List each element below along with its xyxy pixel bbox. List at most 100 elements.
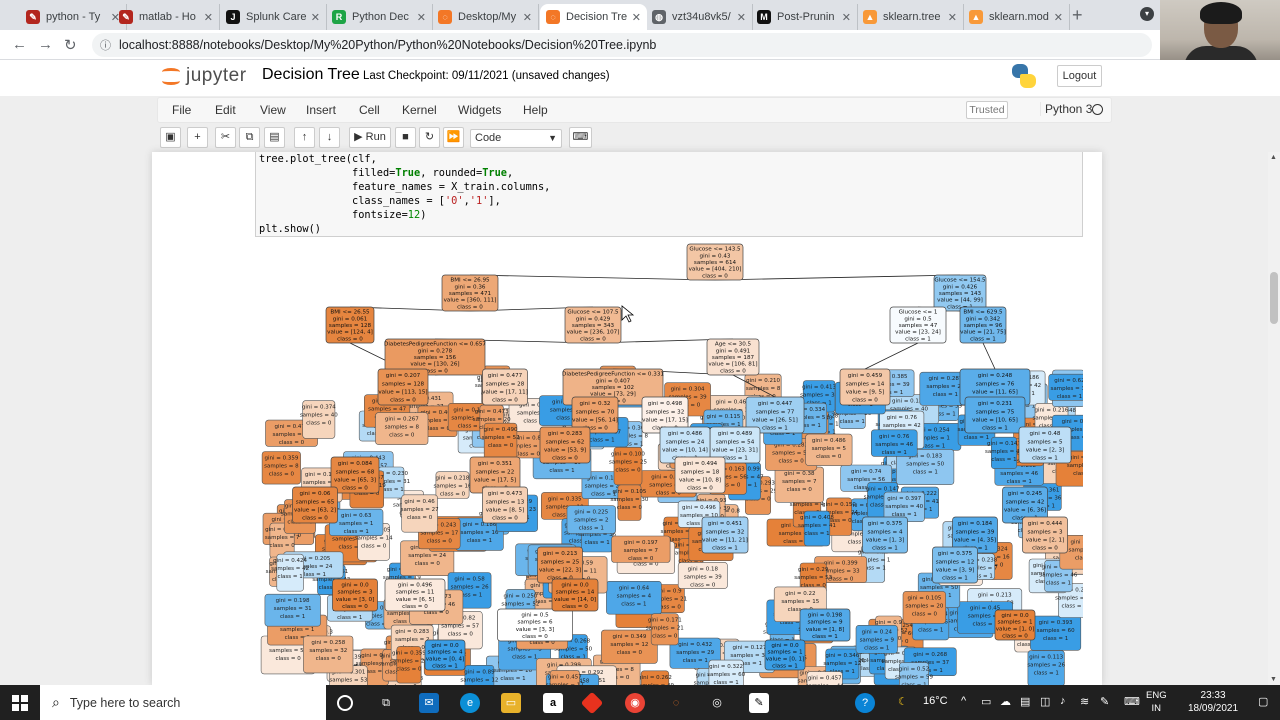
svg-text:gini = 0.29: gini = 0.29 bbox=[798, 567, 829, 573]
trusted-indicator[interactable]: Trusted bbox=[966, 101, 1008, 119]
tab-close-icon[interactable]: ✕ bbox=[737, 11, 746, 24]
system-clock[interactable]: 23:33 18/09/2021 bbox=[1188, 689, 1238, 715]
tab-close-icon[interactable]: ✕ bbox=[204, 11, 213, 24]
svg-text:gini = 0.457: gini = 0.457 bbox=[808, 676, 842, 682]
command-palette-icon[interactable]: ⌨ bbox=[569, 127, 592, 148]
tab-close-icon[interactable]: ✕ bbox=[523, 11, 532, 24]
stop-icon[interactable]: ■ bbox=[395, 127, 416, 148]
display-icon[interactable]: ▤ bbox=[1020, 695, 1030, 708]
weather-icon[interactable]: ☾ bbox=[898, 695, 908, 708]
reload-icon[interactable]: ↻ bbox=[64, 36, 77, 54]
pen-icon[interactable]: ✎ bbox=[1100, 695, 1109, 708]
chrome-icon[interactable]: ◉ bbox=[625, 693, 645, 713]
jupyter-header: jupyter Decision Tree Last Checkpoint: 0… bbox=[0, 60, 1280, 96]
tab-close-icon[interactable]: ✕ bbox=[1054, 11, 1063, 24]
move-down-icon[interactable]: ↓ bbox=[319, 127, 340, 148]
address-bar[interactable]: ⓘ localhost:8888/notebooks/Desktop/My%20… bbox=[92, 33, 1152, 57]
edge-icon[interactable]: e bbox=[460, 693, 480, 713]
jupyter-taskbar-icon[interactable]: ◌ bbox=[666, 693, 686, 713]
browser-tab[interactable]: ▲ sklearn.mod ✕ bbox=[963, 4, 1070, 30]
vertical-scrollbar[interactable]: ▲ ▼ bbox=[1268, 152, 1280, 685]
cell-type-select[interactable]: Code ▼ bbox=[470, 129, 562, 148]
browser-tab[interactable]: ▲ sklearn.tree ✕ bbox=[857, 4, 964, 30]
battery-icon[interactable]: ▭ bbox=[981, 695, 991, 708]
menu-file[interactable]: File bbox=[172, 103, 191, 117]
scroll-down-icon[interactable]: ▼ bbox=[1270, 676, 1277, 683]
tab-label: matlab - Ho bbox=[139, 11, 196, 23]
tree-node-text: samples = 3 bbox=[337, 590, 372, 596]
tab-close-icon[interactable]: ✕ bbox=[417, 11, 426, 24]
save-icon[interactable]: ▣ bbox=[160, 127, 181, 148]
site-info-icon[interactable]: ⓘ bbox=[100, 37, 111, 53]
notebook-title[interactable]: Decision Tree bbox=[262, 66, 360, 84]
keyboard-icon[interactable]: ⌨ bbox=[1124, 695, 1140, 708]
browser-tab[interactable]: ◌ Desktop/My ✕ bbox=[432, 4, 539, 30]
back-icon[interactable]: ← bbox=[12, 36, 27, 53]
browser-tab[interactable]: ◌ Decision Tre ✕ bbox=[540, 4, 647, 30]
help-icon[interactable]: ? bbox=[855, 693, 875, 713]
menu-view[interactable]: View bbox=[260, 103, 286, 117]
tree-node-text: class = 0 bbox=[342, 604, 368, 610]
volume-icon[interactable]: ♪ bbox=[1060, 695, 1066, 707]
tab-search-icon[interactable]: ▾ bbox=[1140, 7, 1154, 21]
cloud-icon[interactable]: ☁ bbox=[1000, 695, 1011, 708]
jupyter-logo[interactable]: jupyter bbox=[160, 65, 247, 87]
browser-tab[interactable]: ✎ matlab - Ho ✕ bbox=[113, 4, 220, 30]
move-up-icon[interactable]: ↑ bbox=[294, 127, 315, 148]
copy-icon[interactable]: ⧉ bbox=[239, 127, 260, 148]
cortana-icon[interactable] bbox=[337, 695, 353, 711]
taskbar-search-box[interactable]: ⌕ Type here to search bbox=[40, 685, 326, 720]
menu-help[interactable]: Help bbox=[523, 103, 548, 117]
svg-text:gini = 0.52: gini = 0.52 bbox=[899, 667, 929, 673]
obs-icon[interactable]: ◎ bbox=[707, 693, 727, 713]
browser-tab[interactable]: J Splunk Care ✕ bbox=[220, 4, 327, 30]
browser-tab[interactable]: ✎ python - Ty ✕ bbox=[20, 4, 127, 30]
windows-start-icon[interactable] bbox=[12, 695, 28, 711]
whiteboard-icon[interactable]: ✎ bbox=[749, 693, 769, 713]
menu-kernel[interactable]: Kernel bbox=[402, 103, 437, 117]
file-explorer-icon[interactable]: ▭ bbox=[501, 693, 521, 713]
browser-toolbar: ← → ↻ ⓘ localhost:8888/notebooks/Desktop… bbox=[0, 30, 1280, 60]
tab-close-icon[interactable]: ✕ bbox=[842, 11, 851, 24]
restart-run-all-icon[interactable]: ⏩ bbox=[443, 127, 464, 148]
logout-button[interactable]: Logout bbox=[1057, 65, 1102, 87]
svg-text:class = 0: class = 0 bbox=[269, 543, 295, 549]
browser-tab[interactable]: M Post-Prunin ✕ bbox=[751, 4, 858, 30]
run-button[interactable]: ▶ Run bbox=[349, 127, 391, 148]
menu-cell[interactable]: Cell bbox=[359, 103, 380, 117]
svg-text:samples = 1: samples = 1 bbox=[280, 627, 314, 633]
svg-text:gini = 0.113: gini = 0.113 bbox=[1029, 655, 1063, 661]
svg-text:samples = 24: samples = 24 bbox=[390, 658, 428, 664]
paste-icon[interactable]: ▤ bbox=[264, 127, 285, 148]
browser-tab[interactable]: ◍ vzt34u8vk5/ ✕ bbox=[646, 4, 753, 30]
wifi-icon[interactable]: ≋ bbox=[1080, 695, 1089, 708]
menu-edit[interactable]: Edit bbox=[215, 103, 236, 117]
scroll-up-icon[interactable]: ▲ bbox=[1270, 154, 1277, 161]
svg-text:gini = 0.393: gini = 0.393 bbox=[1039, 620, 1073, 626]
mail-icon[interactable]: ✉ bbox=[419, 693, 439, 713]
tab-close-icon[interactable]: ✕ bbox=[948, 11, 957, 24]
scrollbar-thumb[interactable] bbox=[1270, 272, 1278, 324]
browser-tab[interactable]: R Python Dec ✕ bbox=[326, 4, 433, 30]
tab-close-icon[interactable]: ✕ bbox=[311, 11, 320, 24]
insert-cell-icon[interactable]: + bbox=[187, 127, 208, 148]
menu-widgets[interactable]: Widgets bbox=[458, 103, 501, 117]
weather-temp[interactable]: 16°C bbox=[923, 695, 948, 707]
network-icon[interactable]: ◫ bbox=[1040, 695, 1050, 708]
svg-text:class = 1: class = 1 bbox=[933, 392, 958, 398]
show-hidden-icons-icon[interactable]: ^ bbox=[961, 695, 966, 707]
amazon-icon[interactable]: a bbox=[543, 693, 563, 713]
svg-text:class = 0: class = 0 bbox=[816, 454, 842, 460]
svg-text:samples = 12: samples = 12 bbox=[823, 661, 861, 667]
tab-close-icon[interactable]: ✕ bbox=[632, 11, 641, 24]
task-view-icon[interactable]: ⧉ bbox=[376, 693, 396, 713]
menu-insert[interactable]: Insert bbox=[306, 103, 336, 117]
input-language[interactable]: ENG IN bbox=[1146, 689, 1167, 715]
forward-icon[interactable]: → bbox=[38, 36, 53, 53]
code-cell-input[interactable]: tree.plot_tree(clf, filled=True, rounded… bbox=[255, 152, 1083, 237]
anydesk-icon[interactable] bbox=[580, 691, 604, 715]
cut-icon[interactable]: ✂ bbox=[215, 127, 236, 148]
notifications-icon[interactable]: ▢ bbox=[1258, 695, 1268, 708]
new-tab-button[interactable]: + bbox=[1072, 5, 1083, 26]
restart-icon[interactable]: ↻ bbox=[419, 127, 440, 148]
